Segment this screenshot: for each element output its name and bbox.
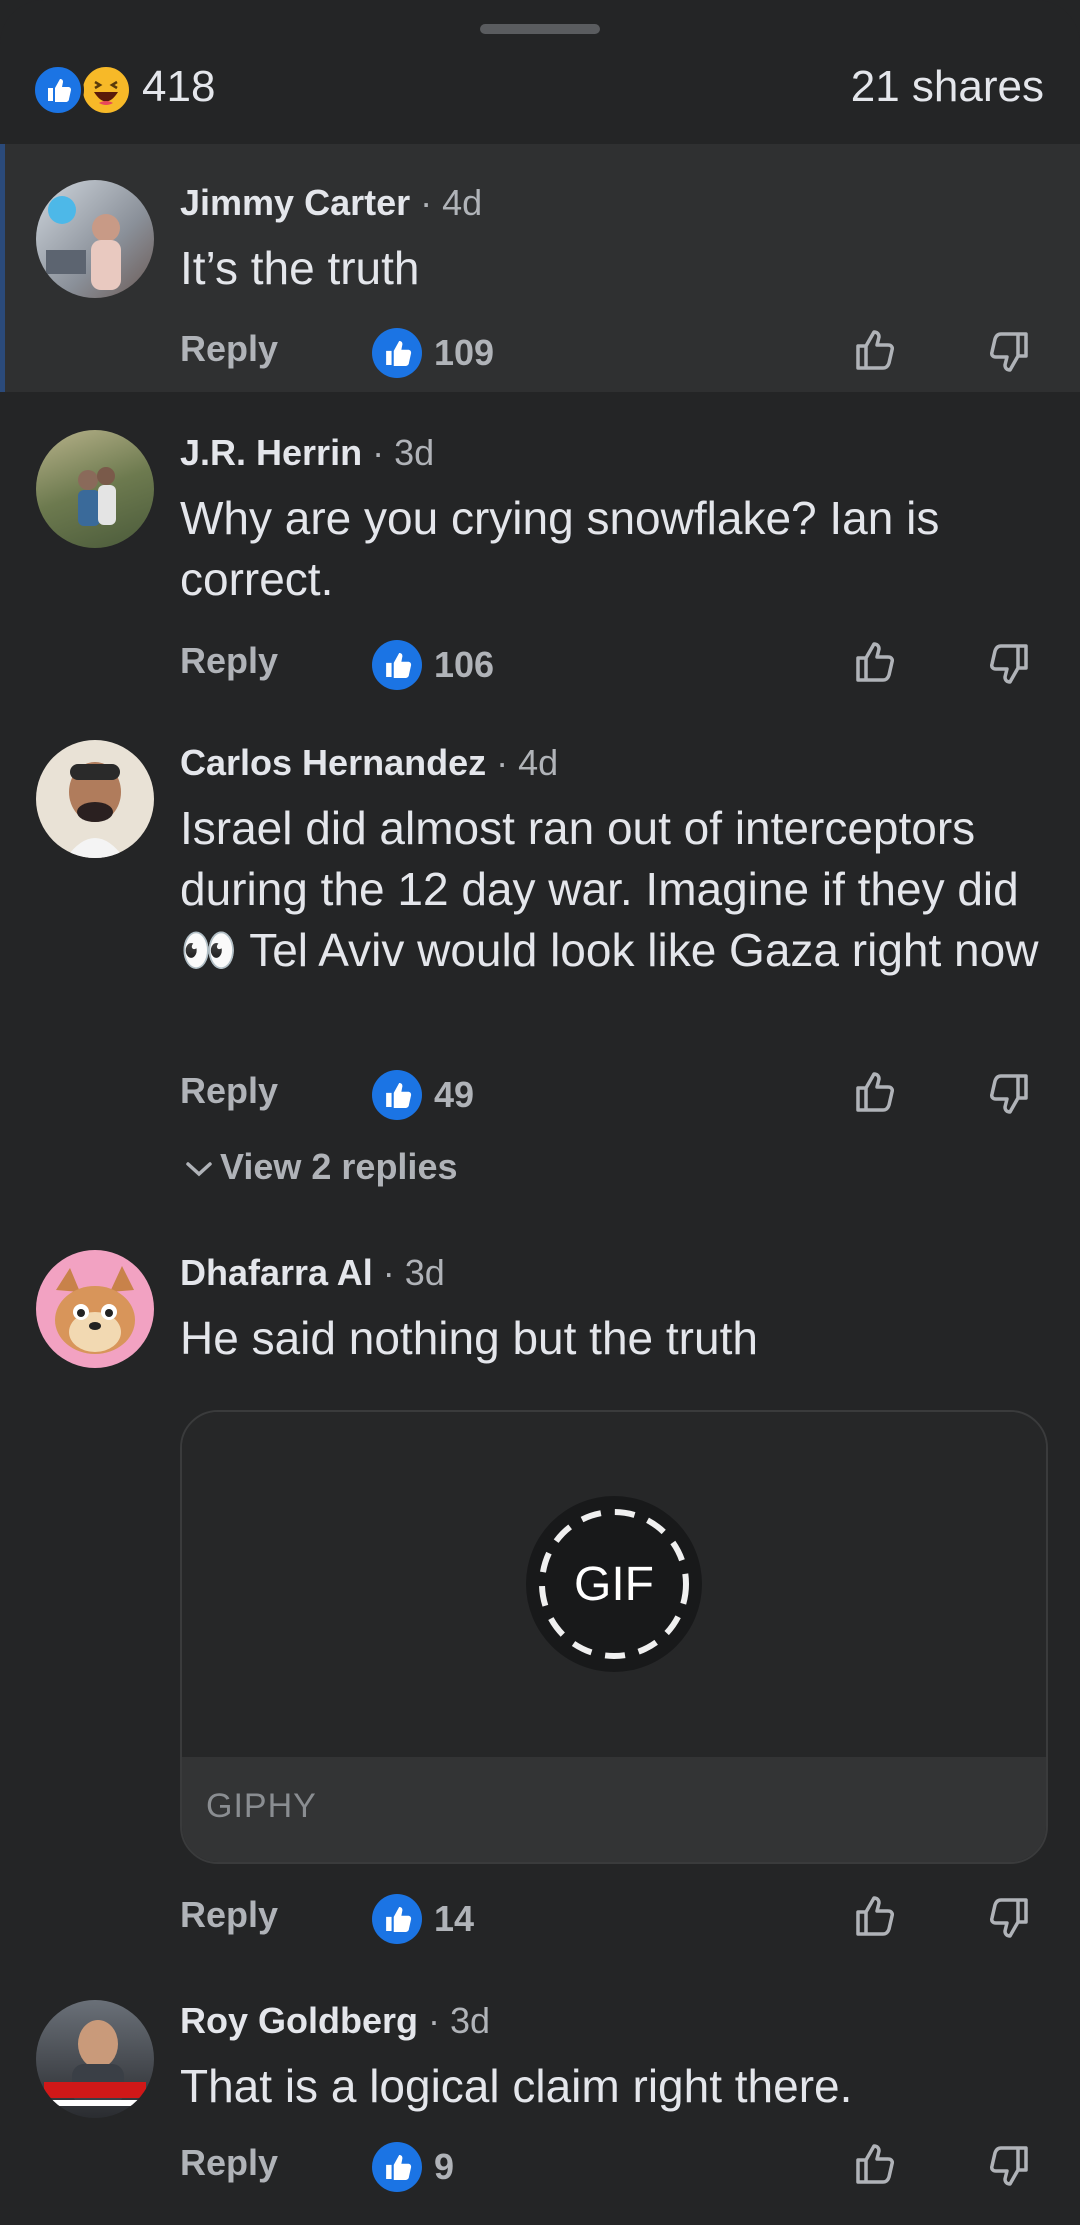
comment-actions: Reply 14 bbox=[0, 1888, 1080, 1948]
comment-item: J.R. Herrin · 3d Why are you crying snow… bbox=[0, 392, 1080, 702]
thumb-up-outline-icon[interactable] bbox=[848, 1888, 904, 1944]
reply-button[interactable]: Reply bbox=[180, 328, 278, 370]
commenter-name[interactable]: Dhafarra Al bbox=[180, 1252, 373, 1293]
avatar[interactable] bbox=[36, 2000, 154, 2118]
commenter-name[interactable]: Jimmy Carter bbox=[180, 182, 410, 223]
like-reaction-icon[interactable] bbox=[32, 64, 84, 116]
comment-actions: Reply 109 bbox=[0, 322, 1080, 382]
thumb-down-outline-icon[interactable] bbox=[980, 1066, 1036, 1122]
commenter-name[interactable]: Carlos Hernandez bbox=[180, 742, 486, 783]
comment-item: Jimmy Carter · 4d It’s the truth Reply 1… bbox=[0, 144, 1080, 392]
avatar[interactable] bbox=[36, 1250, 154, 1368]
comment-text: It’s the truth bbox=[180, 242, 420, 294]
gif-source: GIPHY bbox=[206, 1787, 317, 1825]
thumb-up-outline-icon[interactable] bbox=[848, 322, 904, 378]
avatar[interactable] bbox=[36, 740, 154, 858]
comment-time: · 4d bbox=[496, 742, 559, 783]
commenter-name[interactable]: Roy Goldberg bbox=[180, 2000, 418, 2041]
thumb-down-outline-icon[interactable] bbox=[980, 324, 1036, 380]
comments-sheet: 418 21 shares Jimmy Carter · 4d It’s the… bbox=[0, 0, 1080, 2225]
avatar[interactable] bbox=[36, 430, 154, 548]
thumbs-up-icon bbox=[372, 640, 422, 690]
comment-text: That is a logical claim right there. bbox=[180, 2060, 853, 2112]
thumbs-up-icon bbox=[372, 1070, 422, 1120]
comment-text: Why are you crying snowflake? Ian is cor… bbox=[180, 492, 940, 605]
gif-badge: GIF bbox=[526, 1496, 702, 1672]
comment-time: · 3d bbox=[372, 432, 435, 473]
comment-time: · 3d bbox=[428, 2000, 491, 2041]
like-count[interactable]: 49 bbox=[434, 1074, 474, 1116]
gif-footer: GIPHY bbox=[182, 1757, 1046, 1862]
drag-handle[interactable] bbox=[480, 24, 600, 34]
thumb-down-outline-icon[interactable] bbox=[980, 2138, 1036, 2194]
thumbs-up-icon bbox=[372, 328, 422, 378]
thumb-up-outline-icon[interactable] bbox=[848, 2136, 904, 2192]
gif-badge-label: GIF bbox=[574, 1558, 654, 1611]
comment-item: Roy Goldberg · 3d That is a logical clai… bbox=[0, 1960, 1080, 2225]
comment-actions: Reply 9 bbox=[0, 2136, 1080, 2196]
comment-time: · 3d bbox=[382, 1252, 445, 1293]
reaction-summary-bar: 418 21 shares bbox=[0, 40, 1080, 140]
thumbs-up-icon bbox=[372, 2142, 422, 2192]
laughing-face-icon[interactable] bbox=[80, 64, 132, 116]
chevron-down-icon bbox=[186, 1162, 212, 1177]
comment-text: Israel did almost ran out of interceptor… bbox=[180, 802, 1039, 976]
thumb-up-outline-icon[interactable] bbox=[848, 1064, 904, 1120]
thumb-up-outline-icon[interactable] bbox=[848, 634, 904, 690]
like-count[interactable]: 9 bbox=[434, 2146, 454, 2188]
view-replies-label: View 2 replies bbox=[220, 1146, 458, 1187]
reaction-count[interactable]: 418 bbox=[142, 62, 215, 112]
view-replies-link[interactable]: View 2 replies bbox=[184, 1146, 457, 1188]
comment-item: Carlos Hernandez · 4d Israel did almost … bbox=[0, 702, 1080, 1202]
shares-count[interactable]: 21 shares bbox=[851, 62, 1044, 112]
thumb-down-outline-icon[interactable] bbox=[980, 1890, 1036, 1946]
avatar[interactable] bbox=[36, 180, 154, 298]
reply-button[interactable]: Reply bbox=[180, 1894, 278, 1936]
like-count[interactable]: 14 bbox=[434, 1898, 474, 1940]
comment-time: · 4d bbox=[420, 182, 483, 223]
reply-button[interactable]: Reply bbox=[180, 640, 278, 682]
commenter-name[interactable]: J.R. Herrin bbox=[180, 432, 362, 473]
reply-button[interactable]: Reply bbox=[180, 2142, 278, 2184]
thumb-down-outline-icon[interactable] bbox=[980, 636, 1036, 692]
thumbs-up-icon bbox=[372, 1894, 422, 1944]
comment-text: He said nothing but the truth bbox=[180, 1312, 758, 1364]
like-count[interactable]: 106 bbox=[434, 644, 494, 686]
comment-actions: Reply 49 bbox=[0, 1064, 1080, 1124]
gif-media[interactable]: GIF bbox=[182, 1412, 1046, 1757]
comment-actions: Reply 106 bbox=[0, 634, 1080, 694]
like-count[interactable]: 109 bbox=[434, 332, 494, 374]
reply-button[interactable]: Reply bbox=[180, 1070, 278, 1112]
gif-attachment[interactable]: GIF GIPHY bbox=[180, 1410, 1048, 1864]
